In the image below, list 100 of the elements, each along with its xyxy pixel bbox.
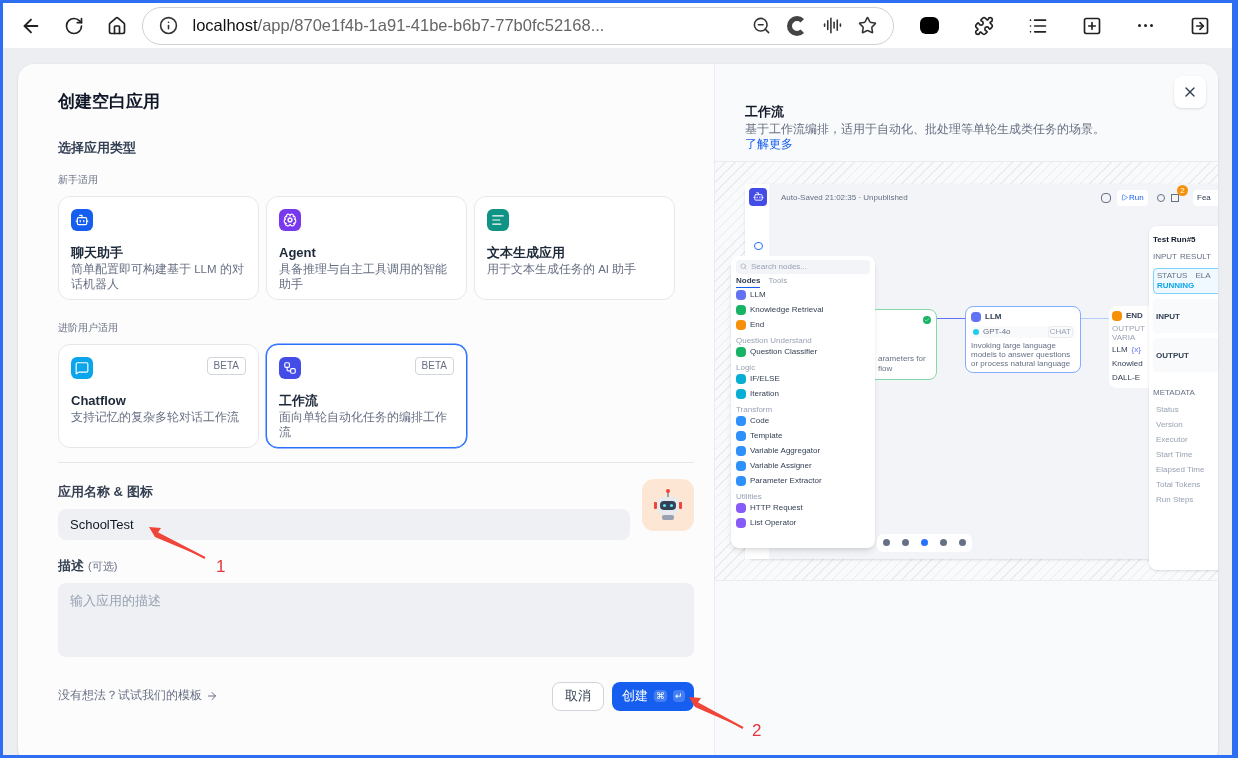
extension-icon xyxy=(920,17,940,34)
group-label: Transform xyxy=(736,404,774,414)
panel-title: Test Run#5 xyxy=(1153,233,1197,246)
section-label: OUTPUT xyxy=(1156,350,1189,360)
node-description: Invoking large language models to answer questions or process natural language xyxy=(971,340,1072,368)
robot-icon[interactable] xyxy=(642,478,694,531)
app-type-name: Chatflow xyxy=(71,392,127,409)
node-type-label: LLM xyxy=(750,289,766,302)
learn-more-link[interactable]: 了解更多 xyxy=(745,137,793,150)
tool-icon xyxy=(921,539,928,547)
node-type-label: Variable Assigner xyxy=(750,460,812,473)
plus-square-icon xyxy=(1082,15,1102,36)
model-icon xyxy=(973,328,979,335)
output-variable: LLM xyxy=(1112,343,1128,356)
status-label: STATUS xyxy=(1157,270,1188,281)
group-label: Utilities xyxy=(736,491,763,501)
star-icon[interactable] xyxy=(858,16,877,35)
node-title: LLM xyxy=(985,310,1002,323)
section-label: INPUT xyxy=(1156,311,1180,321)
metadata-label: Elapsed Time xyxy=(1156,463,1206,476)
output-label: OUTPUT VARIA xyxy=(1112,323,1146,342)
search-icon xyxy=(740,263,747,271)
metadata-label: Version xyxy=(1156,418,1184,431)
preview-description: 基于工作流编排，适用于自动化、批处理等单轮生成类任务的场景。 了解更多 xyxy=(745,121,1106,152)
elapsed-label: ELA xyxy=(1195,270,1211,281)
home-icon xyxy=(106,15,127,36)
preview-title: 工作流 xyxy=(745,104,785,121)
puzzle-icon xyxy=(974,15,994,36)
cancel-button[interactable]: 取消 xyxy=(552,681,604,711)
group-label: Question Understand xyxy=(736,335,813,345)
app-type-name: 聊天助手 xyxy=(71,244,124,261)
node-type-label: Knowledge Retrieval xyxy=(750,304,824,317)
end-icon xyxy=(1112,310,1122,321)
metadata-label: Total Tokens xyxy=(1156,478,1202,491)
app-type-card[interactable]: BETA 工作流 面向单轮自动化任务的编排工作流 xyxy=(266,343,467,448)
app-type-name: 文本生成应用 xyxy=(487,244,566,261)
mode-tag: CHAT xyxy=(1047,325,1073,338)
create-button[interactable]: 创建 ⌘ ↵ xyxy=(612,681,694,711)
section-label: 选择应用类型 xyxy=(58,139,137,157)
autosave-status: Auto-Saved 21:02:35 · Unpublished xyxy=(781,191,908,204)
app-type-card[interactable]: Agent 具备推理与自主工具调用的智能助手 xyxy=(266,195,467,300)
metadata-label: Run Steps xyxy=(1156,493,1195,506)
tool-icon xyxy=(902,539,909,547)
info-icon[interactable] xyxy=(159,16,179,35)
app-type-name: Agent xyxy=(279,244,317,261)
arrow-icon xyxy=(206,690,218,702)
zoom-out-icon[interactable] xyxy=(752,16,771,35)
annotation-number: 2 xyxy=(752,720,762,742)
annotation-number: 1 xyxy=(216,556,226,578)
metadata-label: Start Time xyxy=(1156,448,1194,461)
node-type-label: Variable Aggregator xyxy=(750,445,821,458)
group-label: 进阶用户适用 xyxy=(58,320,119,335)
node-type-label: IF/ELSE xyxy=(750,373,780,386)
status-value: RUNNING xyxy=(1157,280,1196,291)
app-type-card[interactable]: 聊天助手 简单配置即可构建基于 LLM 的对话机器人 xyxy=(58,195,259,300)
node-type-label: Parameter Extractor xyxy=(750,475,822,488)
output-variable: DALL-E xyxy=(1112,371,1141,384)
output-variable: Knowled xyxy=(1112,357,1144,370)
app-type-card[interactable]: BETA Chatflow 支持记忆的复杂多轮对话工作流 xyxy=(58,343,259,448)
panel-section-name: INPUT xyxy=(1153,250,1177,263)
app-type-description: 面向单轮自动化任务的编排工作流 xyxy=(279,409,448,440)
node-title: END xyxy=(1126,309,1143,322)
chat-bubble-icon xyxy=(71,356,93,379)
check-icon xyxy=(923,315,931,324)
node-type-label: Code xyxy=(750,415,770,428)
name-input[interactable]: SchoolTest xyxy=(58,509,630,540)
node-description: flow xyxy=(878,363,893,374)
app-type-name: 工作流 xyxy=(279,392,319,409)
metadata-label: Status xyxy=(1156,403,1180,416)
text-lines-icon xyxy=(487,208,509,231)
node-type-label: Template xyxy=(750,430,783,443)
node-type-label: HTTP Request xyxy=(750,502,803,515)
template-link[interactable]: 没有想法？试试我们的模板 xyxy=(58,687,218,705)
tool-icon xyxy=(883,539,890,547)
more-icon xyxy=(1138,24,1154,27)
palette-category-label: Tools xyxy=(768,274,788,287)
sidebar-icon xyxy=(1190,15,1210,36)
variable-tag: {x} xyxy=(1131,343,1141,356)
node-description: arameters for xyxy=(878,353,926,364)
app-type-card[interactable]: 文本生成应用 用于文本生成任务的 AI 助手 xyxy=(474,195,675,300)
beta-tag: BETA xyxy=(206,356,246,375)
app-type-description: 简单配置即可构建基于 LLM 的对话机器人 xyxy=(71,261,245,292)
close-button[interactable] xyxy=(1174,76,1206,108)
app-type-description: 支持记忆的复杂多轮对话工作流 xyxy=(71,409,240,425)
notification-badge: 2 xyxy=(1177,184,1188,196)
optional-label: (可选) xyxy=(88,559,118,574)
node-type-label: End xyxy=(750,319,765,332)
group-label: 新手适用 xyxy=(58,172,99,187)
dialog-title: 创建空白应用 xyxy=(58,91,161,113)
palette-category-label: Nodes xyxy=(736,274,761,288)
tool-icon xyxy=(959,539,966,547)
llm-icon xyxy=(971,311,981,322)
read-aloud-icon[interactable] xyxy=(823,16,842,35)
panel-section-name: RESULT xyxy=(1180,250,1211,263)
description-input[interactable]: 输入应用的描述 xyxy=(58,582,694,657)
play-icon xyxy=(1121,194,1128,202)
group-label: Logic xyxy=(736,362,757,372)
app-type-description: 具备推理与自主工具调用的智能助手 xyxy=(279,261,448,292)
search-placeholder: Search nodes... xyxy=(751,260,808,273)
bot-icon xyxy=(71,208,93,231)
